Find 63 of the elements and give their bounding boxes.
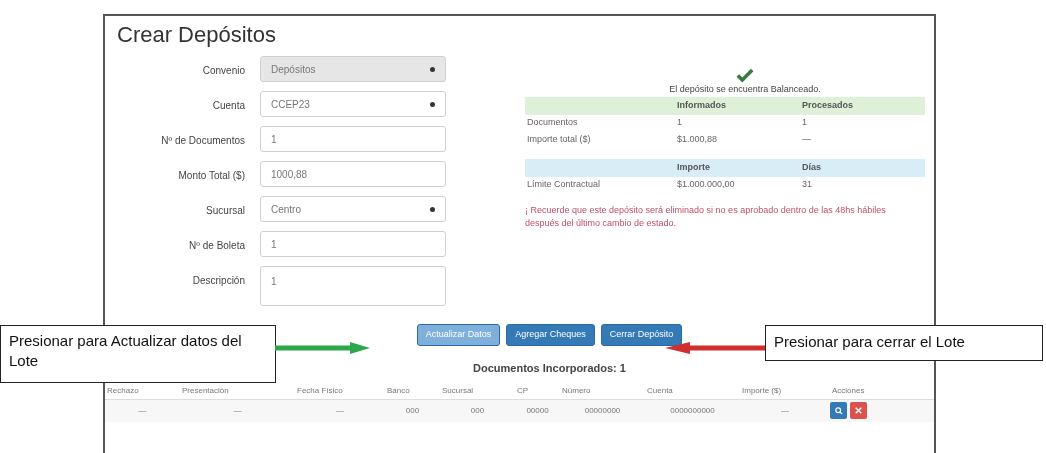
checkmark-icon — [736, 68, 754, 83]
column-header: Número — [561, 384, 592, 397]
arrow-icon — [275, 342, 370, 354]
callout-box: Presionar para Actualizar datos del Lote — [0, 325, 276, 383]
table-cell-text: 31 — [802, 178, 813, 192]
table-cell-text: $1.000,88 — [677, 133, 719, 147]
caret-icon — [430, 101, 435, 107]
table-cell-text: — — [232, 404, 243, 417]
field-label: Nº de Documentos — [160, 134, 245, 148]
text-area[interactable]: 1 — [260, 266, 446, 306]
column-header: Cuenta — [646, 384, 674, 397]
table-cell-text: Documentos — [527, 116, 579, 130]
input-field[interactable]: 1 — [260, 126, 446, 152]
column-header: Rechazo — [106, 384, 140, 397]
table-cell-text: Importe total ($) — [527, 133, 592, 147]
column-header: CP — [516, 384, 530, 397]
table-cell-text: 1 — [677, 116, 683, 130]
field-label: Cuenta — [211, 99, 245, 113]
search-button[interactable] — [830, 402, 847, 419]
column-header: Fecha Físico — [296, 384, 344, 397]
column-header: Informados — [677, 98, 727, 112]
column-header: Importe — [677, 160, 711, 174]
table-cell-text: 00000000 — [583, 404, 622, 417]
field-label: Monto Total ($) — [177, 169, 245, 183]
column-header: Banco — [386, 384, 411, 397]
status-message: El depósito se encuentra Balanceado. — [669, 83, 821, 96]
column-header: Importe ($) — [741, 384, 783, 397]
table-cell-text: — — [802, 133, 812, 147]
table-cell-text: 000 — [404, 404, 421, 417]
caret-icon — [430, 66, 435, 72]
select-field[interactable]: Centro — [260, 196, 446, 222]
table-cell-text: 000 — [469, 404, 486, 417]
table-cell-text: — — [335, 404, 345, 417]
warning-note: ¡ Recuerde que este depósito será eliminado si no es aprobado dentro de las 48hs hábiles después del último cambio de estado. — [525, 203, 887, 230]
column-header: Procesados — [802, 98, 855, 112]
section-heading: Documentos Incorporados: 1 — [473, 361, 626, 376]
column-header: Acciones — [831, 384, 866, 397]
field-label: Convenio — [201, 64, 245, 78]
field-label: Descripción — [191, 274, 245, 288]
select-field[interactable]: CCEP23 — [260, 91, 446, 117]
column-header: Sucursal — [441, 384, 475, 397]
input-field[interactable]: 1000,88 — [260, 161, 446, 187]
field-label: Nº de Boleta — [188, 239, 245, 253]
callout-box: Presionar para cerrar el Lote — [765, 325, 1043, 361]
input-field[interactable]: 1 — [260, 231, 446, 257]
arrow-icon — [665, 342, 765, 354]
caret-icon — [430, 206, 435, 212]
table-cell-text: Límite Contractual — [527, 178, 602, 192]
action-button[interactable]: Agregar Cheques — [506, 324, 595, 346]
table-cell-text: 1 — [802, 116, 808, 130]
table-cell-text: — — [137, 404, 148, 417]
delete-button[interactable] — [850, 402, 867, 419]
field-label: Sucursal — [205, 204, 245, 218]
table-cell-text: 00000 — [525, 404, 550, 417]
search-icon — [834, 406, 843, 415]
table-cell-text: $1.000.000,00 — [677, 178, 736, 192]
table-cell-text: 0000000000 — [669, 404, 716, 417]
page-title: Crear Depósitos — [117, 22, 277, 48]
column-header: Presentación — [181, 384, 230, 397]
column-header: Días — [802, 160, 822, 174]
table-cell-text: — — [780, 404, 790, 417]
action-button[interactable]: Cerrar Depósito — [600, 324, 683, 346]
close-icon — [855, 407, 862, 414]
